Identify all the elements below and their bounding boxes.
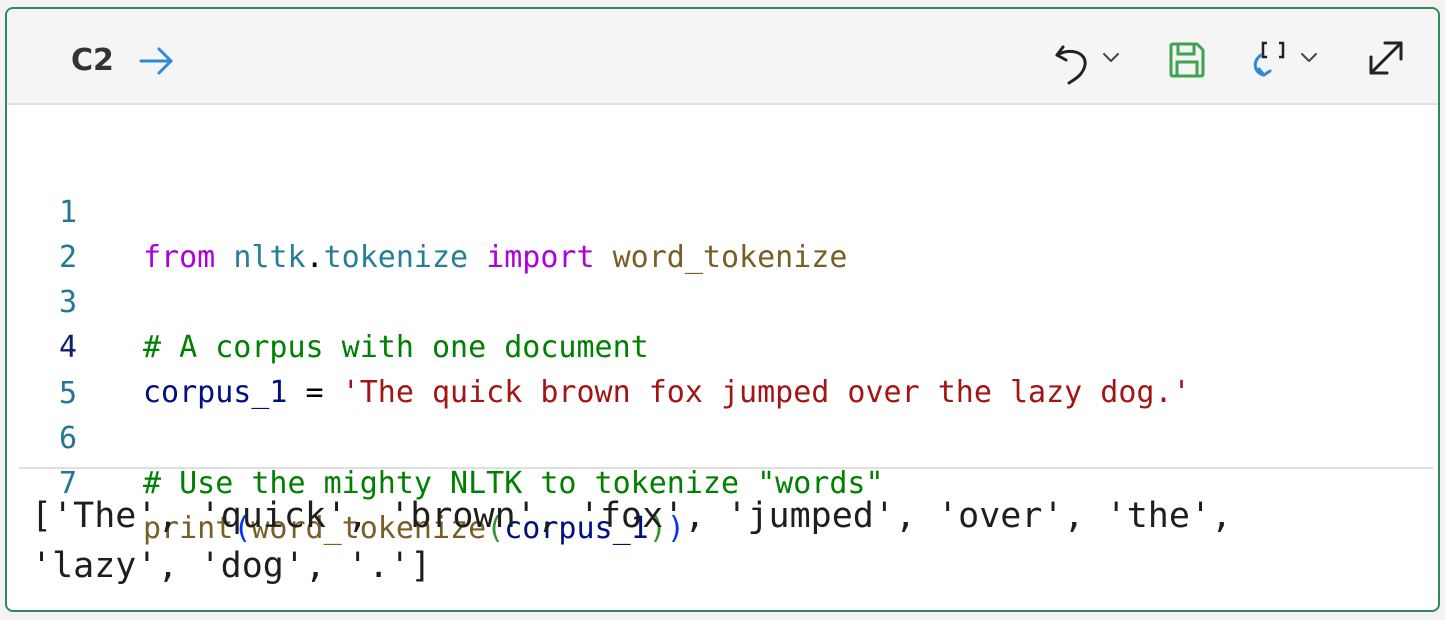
- function-token: word_tokenize: [612, 240, 848, 275]
- line-content: corpus_1 = 'The quick brown fox jumped o…: [143, 370, 1191, 415]
- keyword-token: from: [143, 240, 216, 275]
- run-arrow-icon[interactable]: [137, 41, 177, 81]
- variable-token: corpus_1: [143, 375, 288, 410]
- string-token: 'The quick brown fox jumped over the laz…: [341, 375, 1191, 410]
- code-line: 7 print(word_tokenize(corpus_1)): [7, 416, 685, 546]
- variables-icon[interactable]: [1249, 35, 1297, 83]
- module-token: tokenize: [323, 240, 469, 275]
- chevron-down-icon[interactable]: [1299, 49, 1319, 65]
- token: .: [305, 240, 324, 275]
- expand-icon[interactable]: [1365, 37, 1407, 79]
- code-line: 2: [7, 190, 115, 275]
- cell-toolbar: C2: [7, 9, 1438, 105]
- cell-label: C2: [71, 43, 114, 78]
- save-icon[interactable]: [1167, 40, 1207, 80]
- code-editor[interactable]: 1 from nltk.tokenize import word_tokeniz…: [7, 105, 1438, 546]
- comment-token: # A corpus with one document: [143, 330, 649, 365]
- operator-token: =: [287, 375, 342, 410]
- line-content: from nltk.tokenize import word_tokenize: [143, 235, 847, 280]
- keyword-token: import: [486, 240, 595, 275]
- code-line: 5: [7, 326, 115, 411]
- code-line: 4 corpus_1 = 'The quick brown fox jumped…: [7, 280, 1191, 410]
- module-token: nltk: [233, 240, 306, 275]
- code-line: 1 from nltk.tokenize import word_tokeniz…: [7, 145, 848, 275]
- code-line: 6 # Use the mighty NLTK to tokenize "wor…: [7, 371, 884, 501]
- chevron-down-icon[interactable]: [1101, 49, 1121, 65]
- cell-output: ['The', 'quick', 'brown', 'fox', 'jumped…: [31, 496, 1233, 586]
- output-divider: [19, 467, 1433, 469]
- code-line: 3 # A corpus with one document: [7, 235, 649, 365]
- undo-icon[interactable]: [1051, 39, 1095, 87]
- notebook-cell[interactable]: C2 1 from nltk.tokenize import word_toke…: [5, 7, 1440, 612]
